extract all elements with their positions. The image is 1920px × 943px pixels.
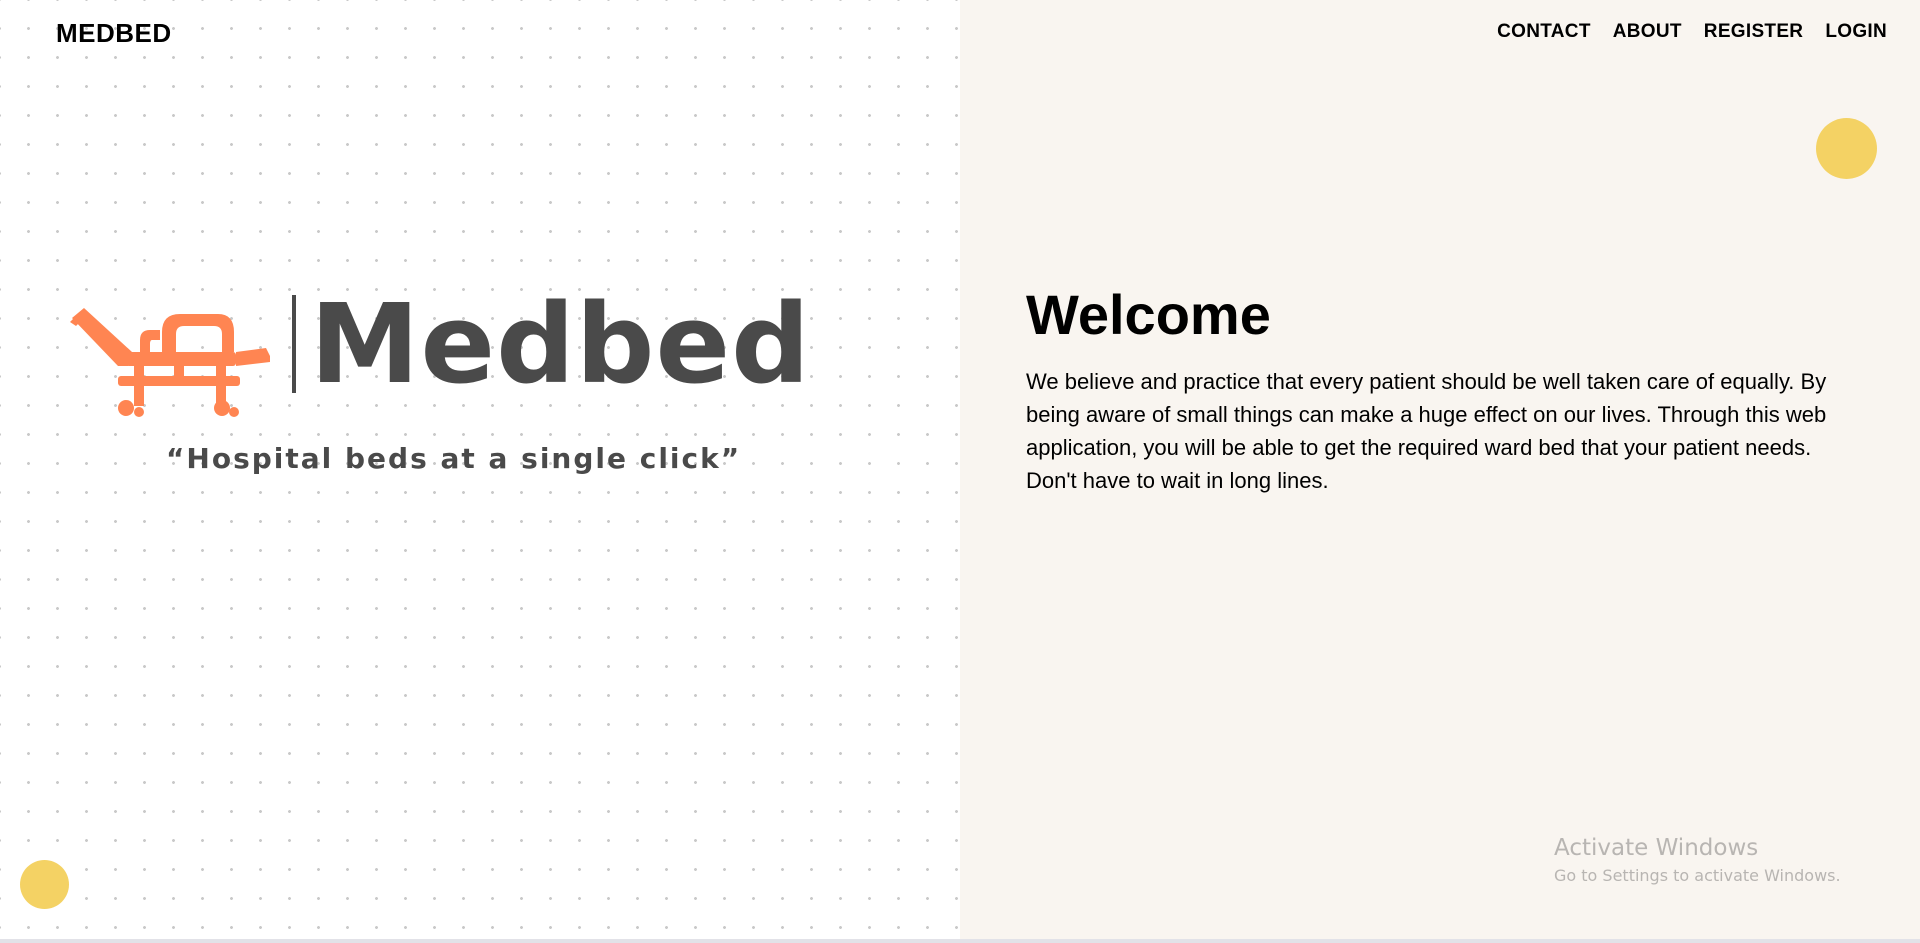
nav-login-link[interactable]: LOGIN <box>1825 21 1887 43</box>
logo-tagline: “Hospital beds at a single click” <box>166 442 742 475</box>
activate-windows-watermark: Activate Windows Go to Settings to activ… <box>1554 835 1841 885</box>
activate-windows-title: Activate Windows <box>1554 835 1759 861</box>
bottom-scroll-edge <box>0 939 1920 943</box>
brand-link[interactable]: MEDBED <box>56 18 172 49</box>
medbed-logo: Medbed “Hospital beds at a single click” <box>70 284 810 480</box>
decorative-circle-bottom <box>20 860 69 909</box>
welcome-paragraph: We believe and practice that every patie… <box>1026 369 1827 494</box>
page: MEDBED CONTACT ABOUT REGISTER LOGIN Medb… <box>0 0 1920 943</box>
nav-contact-link[interactable]: CONTACT <box>1497 21 1591 43</box>
activate-windows-subtitle: Go to Settings to activate Windows. <box>1554 866 1841 885</box>
top-nav: CONTACT ABOUT REGISTER LOGIN <box>1497 21 1887 43</box>
nav-register-link[interactable]: REGISTER <box>1704 21 1804 43</box>
welcome-heading: Welcome <box>1026 283 1271 346</box>
hospital-bed-icon <box>70 308 270 417</box>
decorative-circle-top <box>1816 118 1877 179</box>
logo-divider <box>292 295 296 393</box>
welcome-section: Welcome We believe and practice that eve… <box>1026 283 1866 497</box>
nav-about-link[interactable]: ABOUT <box>1613 21 1682 43</box>
logo-wordmark: Medbed <box>310 280 811 408</box>
